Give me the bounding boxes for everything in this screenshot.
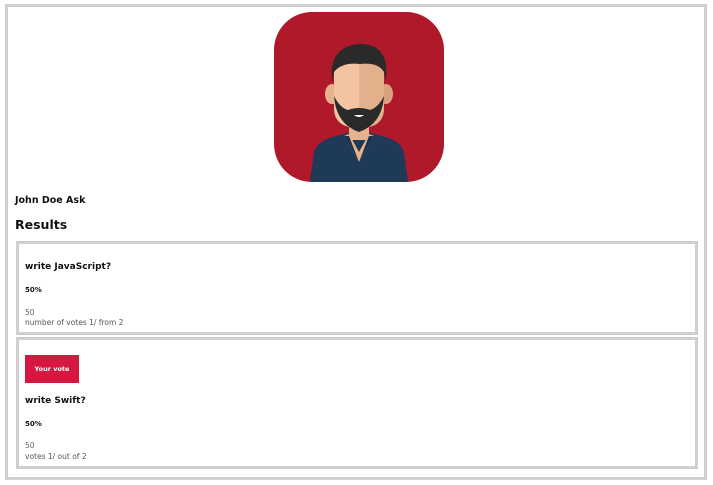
option-value: 50 — [25, 308, 35, 317]
option-question: write JavaScript? — [25, 262, 112, 272]
option-value: 50 — [25, 441, 35, 450]
your-vote-badge[interactable]: Your vote — [25, 355, 79, 383]
option-percent: 50% — [25, 420, 42, 428]
poll-option-card: write JavaScript? 50% 50 number of votes… — [16, 241, 698, 335]
poll-container: John Doe Ask Results write JavaScript? 5… — [5, 4, 707, 480]
poll-option-card: Your vote write Swift? 50% 50 votes 1/ o… — [16, 337, 698, 469]
option-votes: number of votes 1/ from 2 — [25, 318, 124, 327]
option-question: write Swift? — [25, 396, 86, 406]
author-name: John Doe Ask — [15, 195, 86, 206]
bearded-man-avatar-icon — [310, 44, 408, 182]
option-percent: 50% — [25, 286, 42, 294]
results-heading: Results — [15, 217, 68, 232]
option-votes: votes 1/ out of 2 — [25, 452, 87, 461]
avatar — [274, 12, 444, 182]
